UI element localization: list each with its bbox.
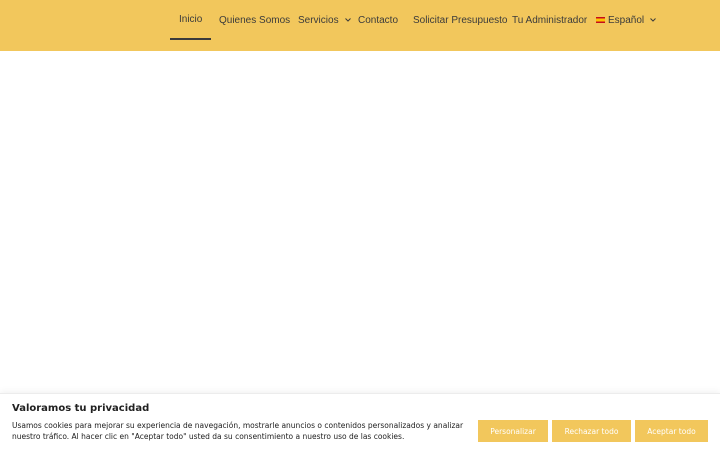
nav-item-label: Contacto: [358, 14, 399, 26]
main-nav: Inicio Quienes Somos Servicios Contacto …: [0, 0, 720, 51]
language-label: Español: [608, 14, 645, 26]
reject-all-button[interactable]: Rechazar todo: [552, 420, 631, 442]
site-header: Inicio Quienes Somos Servicios Contacto …: [0, 0, 720, 51]
nav-item-servicios[interactable]: Servicios: [298, 0, 351, 40]
nav-item-quienes-somos[interactable]: Quienes Somos: [219, 0, 290, 40]
nav-item-contacto[interactable]: Contacto: [358, 0, 398, 40]
accept-all-button[interactable]: Aceptar todo: [635, 420, 708, 442]
chevron-down-icon: [650, 18, 656, 22]
nav-item-label: Servicios: [298, 14, 339, 26]
main-content: [0, 51, 720, 393]
nav-item-solicitar-presupuesto[interactable]: Solicitar Presupuesto: [413, 0, 508, 40]
customize-button[interactable]: Personalizar: [478, 420, 548, 442]
cookie-title: Valoramos tu privacidad: [12, 403, 150, 414]
language-selector[interactable]: Español: [596, 0, 656, 40]
spain-flag-icon: [596, 17, 605, 23]
nav-item-label: Tu Administrador: [512, 14, 588, 26]
nav-item-label: Quienes Somos: [219, 14, 291, 26]
chevron-down-icon: [344, 18, 351, 22]
nav-item-tu-administrador[interactable]: Tu Administrador: [512, 0, 587, 40]
nav-item-label: Solicitar Presupuesto: [413, 14, 508, 26]
nav-item-label: Inicio: [179, 13, 203, 25]
cookie-description: Usamos cookies para mejorar su experienc…: [12, 421, 464, 441]
nav-item-inicio[interactable]: Inicio: [170, 0, 212, 40]
